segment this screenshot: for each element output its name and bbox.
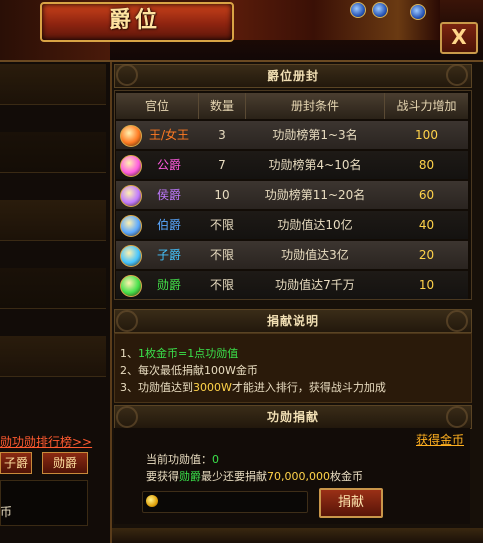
current-merit: 当前功勋值：0	[146, 451, 219, 467]
rank-name: 勋爵	[156, 278, 181, 292]
rank-section-title: 爵位册封	[114, 64, 472, 88]
corner-ornament-icon	[116, 310, 138, 332]
donation-info-title: 捐献说明	[114, 309, 472, 333]
rank-count: 3	[218, 128, 226, 142]
rank-power: 80	[418, 158, 435, 172]
info-line-3-prefix: 3、功勋值达到	[120, 381, 193, 394]
rank-count: 10	[214, 188, 230, 202]
list-item[interactable]	[0, 64, 106, 105]
req-amount: 70,000,000	[267, 470, 330, 483]
rank-condition: 功勋值达3亿	[281, 248, 349, 262]
leaderboard-link[interactable]: 勋功勋排行榜>>	[0, 433, 110, 450]
king-badge-icon	[120, 125, 142, 147]
col-header-power: 战斗力增加	[385, 93, 468, 119]
header-ornament	[230, 0, 440, 40]
left-info-box	[0, 480, 88, 526]
rank-name: 公爵	[156, 158, 181, 172]
marquis-badge-icon	[120, 185, 142, 207]
rank-count: 不限	[209, 218, 234, 232]
left-info-text: 币	[0, 505, 13, 519]
gold-coin-icon	[146, 495, 158, 507]
rank-name: 子爵	[156, 248, 181, 262]
list-item[interactable]	[0, 336, 106, 377]
close-button[interactable]: X	[440, 22, 478, 54]
duke-badge-icon	[120, 155, 142, 177]
info-line-1: 1、1枚金币=1点功勋值	[120, 345, 238, 361]
current-merit-label: 当前功勋值：	[146, 453, 212, 466]
gem-icon	[410, 4, 426, 20]
info-line-3-suffix: 才能进入排行，获得战斗力加成	[231, 381, 386, 394]
req-suffix: 枚金币	[329, 470, 363, 483]
rank-power: 10	[418, 278, 435, 292]
donate-amount-input[interactable]	[142, 491, 308, 513]
info-line-1-rate: 1枚金币=1点功勋值	[138, 347, 239, 360]
corner-ornament-icon	[446, 310, 468, 332]
rank-power: 60	[418, 188, 435, 202]
rank-condition: 功勋值达10亿	[277, 218, 353, 232]
donate-button[interactable]: 捐献	[319, 488, 383, 518]
rank-name: 侯爵	[156, 188, 181, 202]
list-item[interactable]	[0, 200, 106, 241]
rank-power: 40	[418, 218, 435, 232]
info-line-3-amount: 3000W	[193, 381, 232, 394]
rank-condition: 功勋榜第1~3名	[272, 128, 358, 142]
get-gold-link[interactable]: 获得金币	[416, 431, 464, 448]
earl-badge-icon	[120, 215, 142, 237]
req-rank: 勋爵	[179, 470, 201, 483]
rank-count: 不限	[209, 248, 234, 262]
gem-icon	[372, 2, 388, 18]
list-item[interactable]	[0, 268, 106, 309]
rank-count: 不限	[209, 278, 234, 292]
rank-condition: 功勋值达7千万	[275, 278, 355, 292]
rank-name: 王/女王	[148, 128, 190, 142]
list-item[interactable]	[0, 132, 106, 173]
corner-ornament-icon	[446, 64, 468, 86]
donate-panel-title: 功勋捐献	[114, 405, 472, 429]
col-header-count: 数量	[199, 93, 246, 119]
rank-power: 20	[418, 248, 435, 262]
viscount-filter-button[interactable]: 子爵	[0, 452, 32, 474]
rank-condition: 功勋榜第11~20名	[264, 188, 366, 202]
current-merit-value: 0	[212, 453, 219, 466]
req-mid: 最少还要捐献	[201, 470, 267, 483]
rank-name: 伯爵	[156, 218, 181, 232]
info-line-3: 3、功勋值达到3000W才能进入排行，获得战斗力加成	[120, 379, 386, 395]
corner-ornament-icon	[116, 64, 138, 86]
bottom-frame	[112, 528, 483, 543]
window-title: 爵位	[108, 8, 161, 33]
gem-icon	[350, 2, 366, 18]
col-header-rank: 官位	[116, 93, 199, 119]
col-header-condition: 册封条件	[246, 93, 385, 119]
requirement-text: 要获得勋爵最少还要捐献70,000,000枚金币	[146, 468, 363, 484]
rank-count: 7	[218, 158, 226, 172]
info-line-2: 2、每次最低捐献100W金币	[120, 364, 258, 377]
baron-filter-button[interactable]: 勋爵	[42, 452, 88, 474]
rank-condition: 功勋榜第4~10名	[268, 158, 362, 172]
baron-badge-icon	[120, 275, 142, 297]
req-prefix: 要获得	[146, 470, 179, 483]
rank-power: 100	[415, 128, 438, 142]
viscount-badge-icon	[120, 245, 142, 267]
info-line-1-prefix: 1、	[120, 347, 138, 360]
corner-ornament-icon	[446, 406, 468, 428]
corner-ornament-icon	[116, 406, 138, 428]
